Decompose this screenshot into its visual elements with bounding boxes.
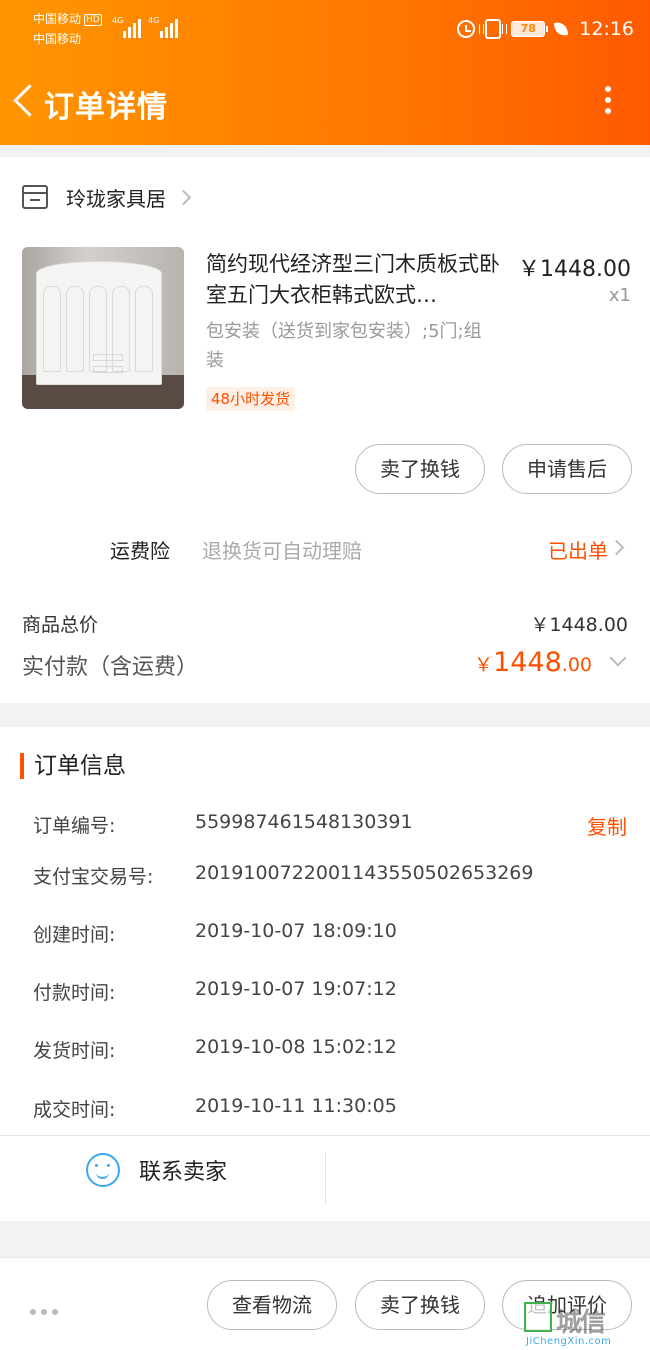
copy-button[interactable]: 复制	[587, 811, 627, 840]
product-quantity: x1	[608, 285, 631, 306]
product-price: ￥1448.00	[518, 257, 631, 282]
battery-icon: 78	[511, 21, 549, 37]
more-vertical-icon[interactable]	[604, 86, 612, 118]
paid-yen: ￥	[474, 654, 494, 676]
contact-seller-label: 联系卖家	[139, 1160, 228, 1185]
chevron-right-icon	[175, 189, 192, 205]
paid-amount-label: 实付款（含运费）	[22, 655, 199, 680]
watermark-text: 城信	[556, 1308, 606, 1338]
created-time-value: 2019-10-07 18:09:10	[195, 920, 397, 942]
alipay-trade-label: 支付宝交易号:	[33, 866, 154, 888]
insurance-status: 已出单	[548, 539, 608, 563]
page-title: 订单详情	[44, 90, 168, 125]
hd-badge: HD	[84, 14, 102, 26]
order-number-value: 559987461548130391	[195, 811, 413, 833]
signal-2-label: 4G	[148, 16, 160, 25]
after-sale-button[interactable]: 申请售后	[502, 444, 632, 494]
goods-total-label: 商品总价	[22, 614, 99, 636]
product-thumbnail[interactable]	[22, 247, 184, 409]
shop-name: 玲珑家具居	[66, 186, 166, 211]
product-name[interactable]: 简约现代经济型三门木质板式卧室五门大衣柜韩式欧式…	[206, 249, 506, 311]
paid-decimal: .00	[561, 654, 592, 676]
system-icons: 78 12:16	[457, 16, 634, 42]
alipay-trade-value: 2019100722001143550502653269	[195, 862, 534, 884]
divider	[0, 1135, 650, 1136]
paid-time-label: 付款时间:	[33, 982, 116, 1004]
deal-time-label: 成交时间:	[33, 1099, 116, 1121]
sell-button[interactable]: 卖了换钱	[355, 1280, 485, 1330]
watermark-site: JiChengXin.com	[526, 1336, 612, 1347]
watermark-logo: 城信 JiChengXin.com	[524, 1302, 644, 1348]
sell-button[interactable]: 卖了换钱	[355, 444, 485, 494]
order-item-card: 玲珑家具居 简约现代经济型三门木质板式卧室五门大衣柜韩式欧式… ￥1448.00…	[0, 157, 650, 703]
status-bar: 中国移动 HD 中国移动 4G 4G 78 12:16	[0, 0, 650, 58]
clock: 12:16	[579, 18, 634, 40]
carrier-2: 中国移动	[33, 32, 82, 46]
goods-total-value: ￥1448.00	[530, 614, 628, 636]
created-time-label: 创建时间:	[33, 924, 116, 946]
alarm-icon	[457, 20, 476, 38]
store-icon	[22, 185, 48, 209]
chevron-right-icon	[608, 539, 625, 556]
vibrate-icon	[479, 19, 508, 39]
paid-time-value: 2019-10-07 19:07:12	[195, 978, 397, 1000]
order-info-card: 订单信息 订单编号: 559987461548130391 复制 支付宝交易号:…	[0, 727, 650, 1221]
order-number-label: 订单编号:	[33, 815, 116, 837]
carrier-1-label: 中国移动	[33, 12, 82, 26]
paid-amount-value: ￥1448.00	[474, 647, 592, 678]
wangwang-chat-icon	[86, 1153, 120, 1187]
signal-1-icon: 4G	[112, 16, 142, 38]
chevron-down-icon[interactable]	[609, 649, 627, 667]
insurance-label: 运费险	[110, 539, 170, 563]
carrier-1: 中国移动 HD	[33, 13, 102, 26]
deal-time-value: 2019-10-11 11:30:05	[195, 1095, 397, 1117]
more-horizontal-icon[interactable]	[30, 1300, 63, 1319]
paid-integer: 1448	[493, 647, 562, 678]
shipped-time-value: 2019-10-08 15:02:12	[195, 1036, 397, 1058]
shipped-time-label: 发货时间:	[33, 1040, 116, 1062]
signal-1-label: 4G	[112, 16, 124, 25]
header: 中国移动 HD 中国移动 4G 4G 78 12:16 订单详情	[0, 0, 650, 145]
shop-link[interactable]: 玲珑家具居	[22, 181, 192, 213]
divider	[325, 1153, 326, 1205]
view-logistics-button[interactable]: 查看物流	[207, 1280, 337, 1330]
back-arrow-icon[interactable]	[12, 84, 36, 120]
insurance-desc: 退换货可自动理赔	[202, 539, 362, 563]
shipping-tag: 48小时发货	[206, 387, 296, 411]
product-sku: 包安装（送货到家包安装）;5门;组装	[206, 321, 482, 371]
contact-seller-button[interactable]: 联系卖家	[86, 1152, 227, 1188]
order-info-title: 订单信息	[20, 753, 126, 779]
leaf-icon	[554, 21, 569, 37]
signal-2-icon: 4G	[148, 16, 180, 38]
